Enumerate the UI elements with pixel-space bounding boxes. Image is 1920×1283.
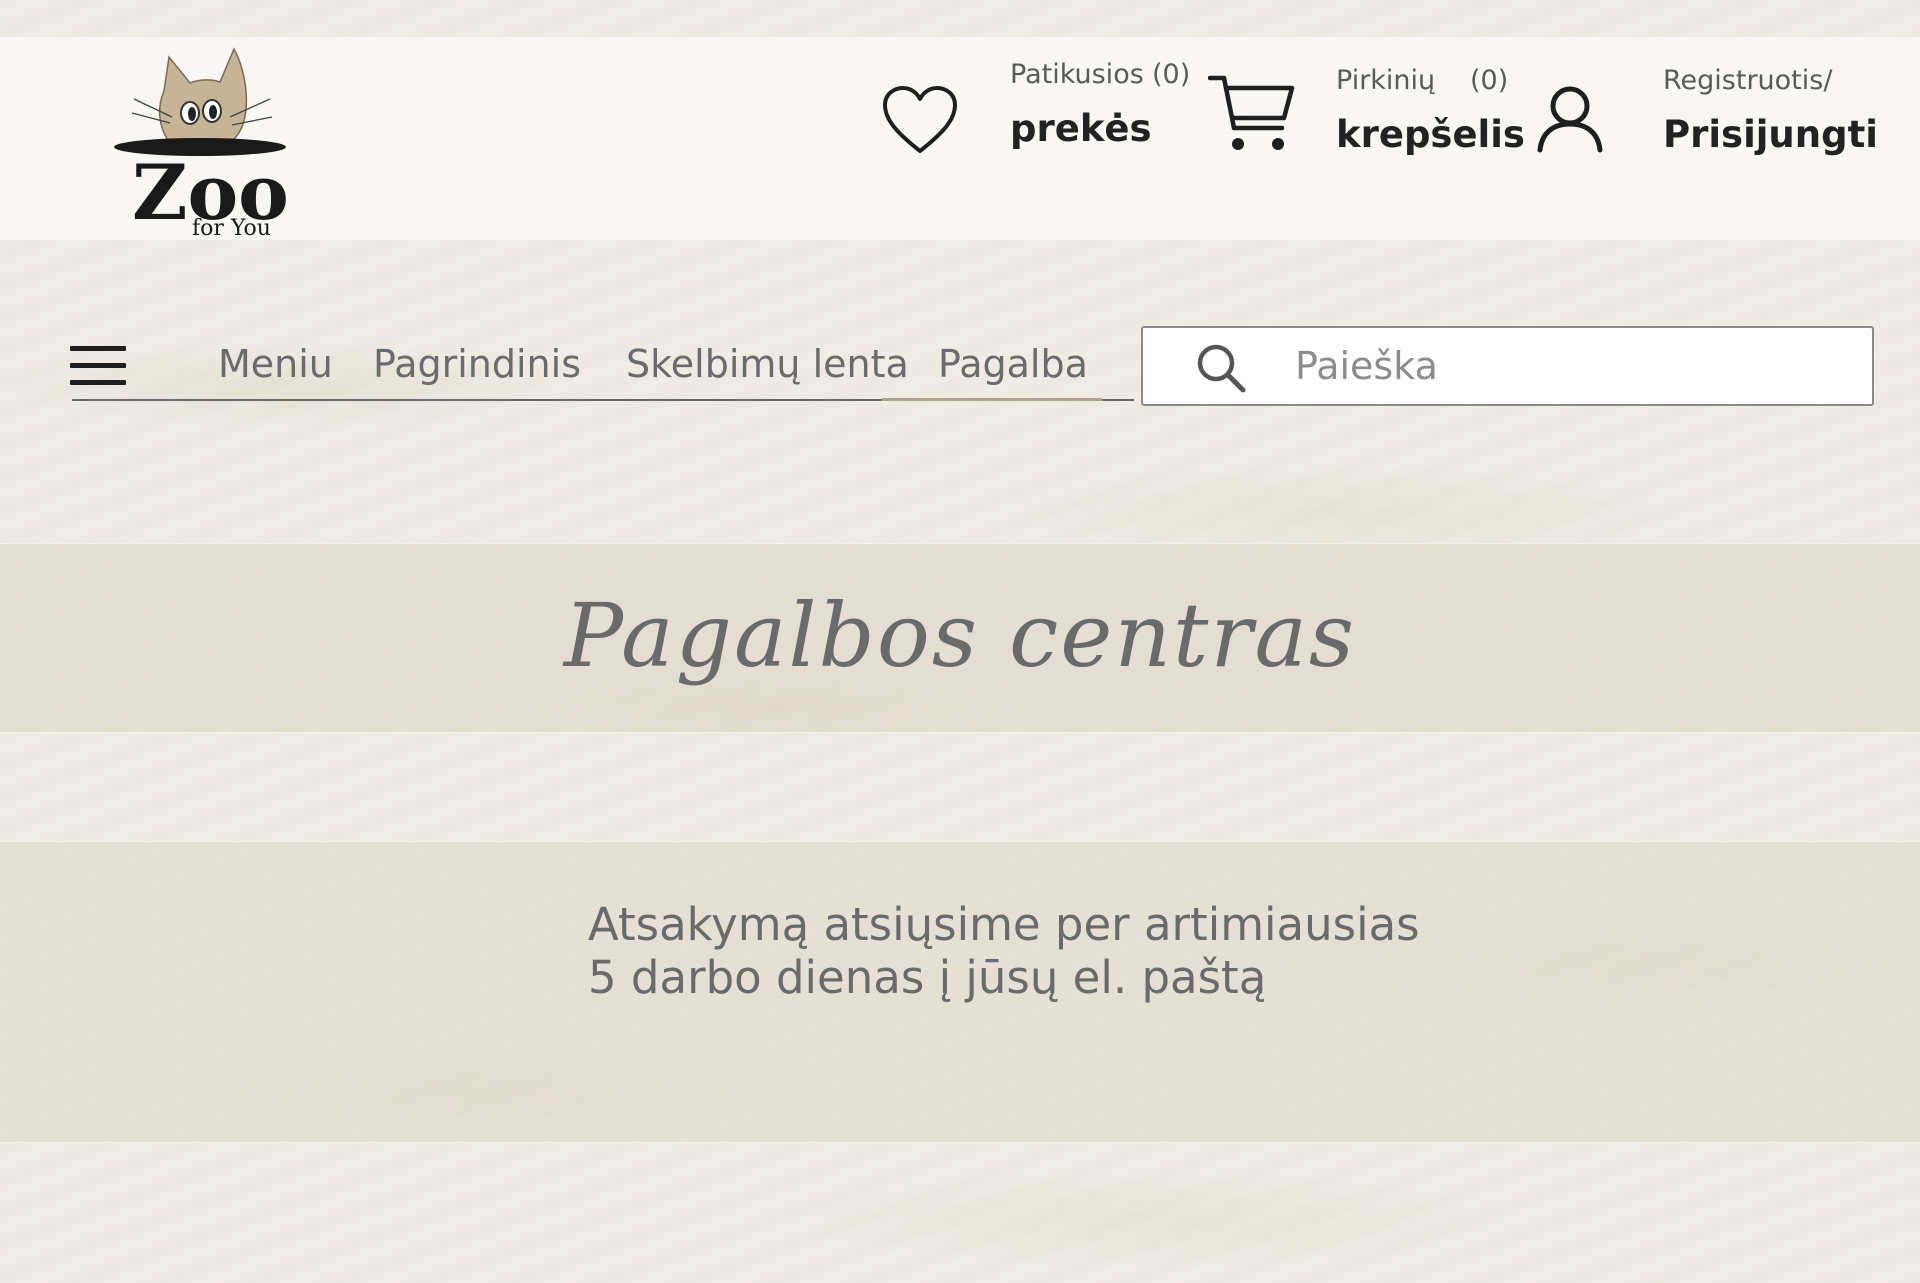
nav-item-pagalba[interactable]: Pagalba xyxy=(938,342,1088,386)
search-input[interactable] xyxy=(1295,336,1855,396)
nav-active-indicator xyxy=(882,398,1102,401)
hamburger-icon[interactable] xyxy=(68,346,128,390)
search-bar xyxy=(1141,326,1874,406)
nav-item-skelbimu-lenta[interactable]: Skelbimų lenta xyxy=(626,342,909,386)
logo-graphic: Zoo for You xyxy=(114,47,289,237)
user-icon[interactable] xyxy=(1536,84,1604,154)
confirmation-message: Atsakymą atsiųsime per artimiausias 5 da… xyxy=(588,898,1420,1004)
favorites-link[interactable]: prekės xyxy=(1010,107,1152,150)
favorites-count: (0) xyxy=(1152,59,1191,90)
cart-count: (0) xyxy=(1470,65,1509,96)
cart-label: Pirkinių xyxy=(1336,65,1436,96)
page-title-band: Pagalbos centras xyxy=(0,543,1920,733)
message-band: Atsakymą atsiųsime per artimiausias 5 da… xyxy=(0,841,1920,1143)
cart-icon[interactable] xyxy=(1208,72,1296,158)
favorites-label: Patikusios xyxy=(1010,59,1144,90)
login-link[interactable]: Prisijungti xyxy=(1663,113,1878,156)
nav-item-meniu[interactable]: Meniu xyxy=(218,342,333,386)
logo-subtext: for You xyxy=(192,216,271,237)
search-icon[interactable] xyxy=(1195,342,1247,394)
cart-link[interactable]: krepšelis xyxy=(1336,113,1525,156)
page-title: Pagalbos centras xyxy=(563,584,1357,687)
register-label[interactable]: Registruotis/ xyxy=(1663,65,1832,96)
nav-item-pagrindinis[interactable]: Pagrindinis xyxy=(373,342,581,386)
site-header: Zoo for You Patikusios (0) prekės Pirkin… xyxy=(0,37,1920,240)
message-line-2: 5 darbo dienas į jūsų el. paštą xyxy=(588,951,1267,1004)
site-logo[interactable]: Zoo for You xyxy=(112,47,292,237)
message-line-1: Atsakymą atsiųsime per artimiausias xyxy=(588,898,1420,951)
heart-icon[interactable] xyxy=(882,85,958,157)
